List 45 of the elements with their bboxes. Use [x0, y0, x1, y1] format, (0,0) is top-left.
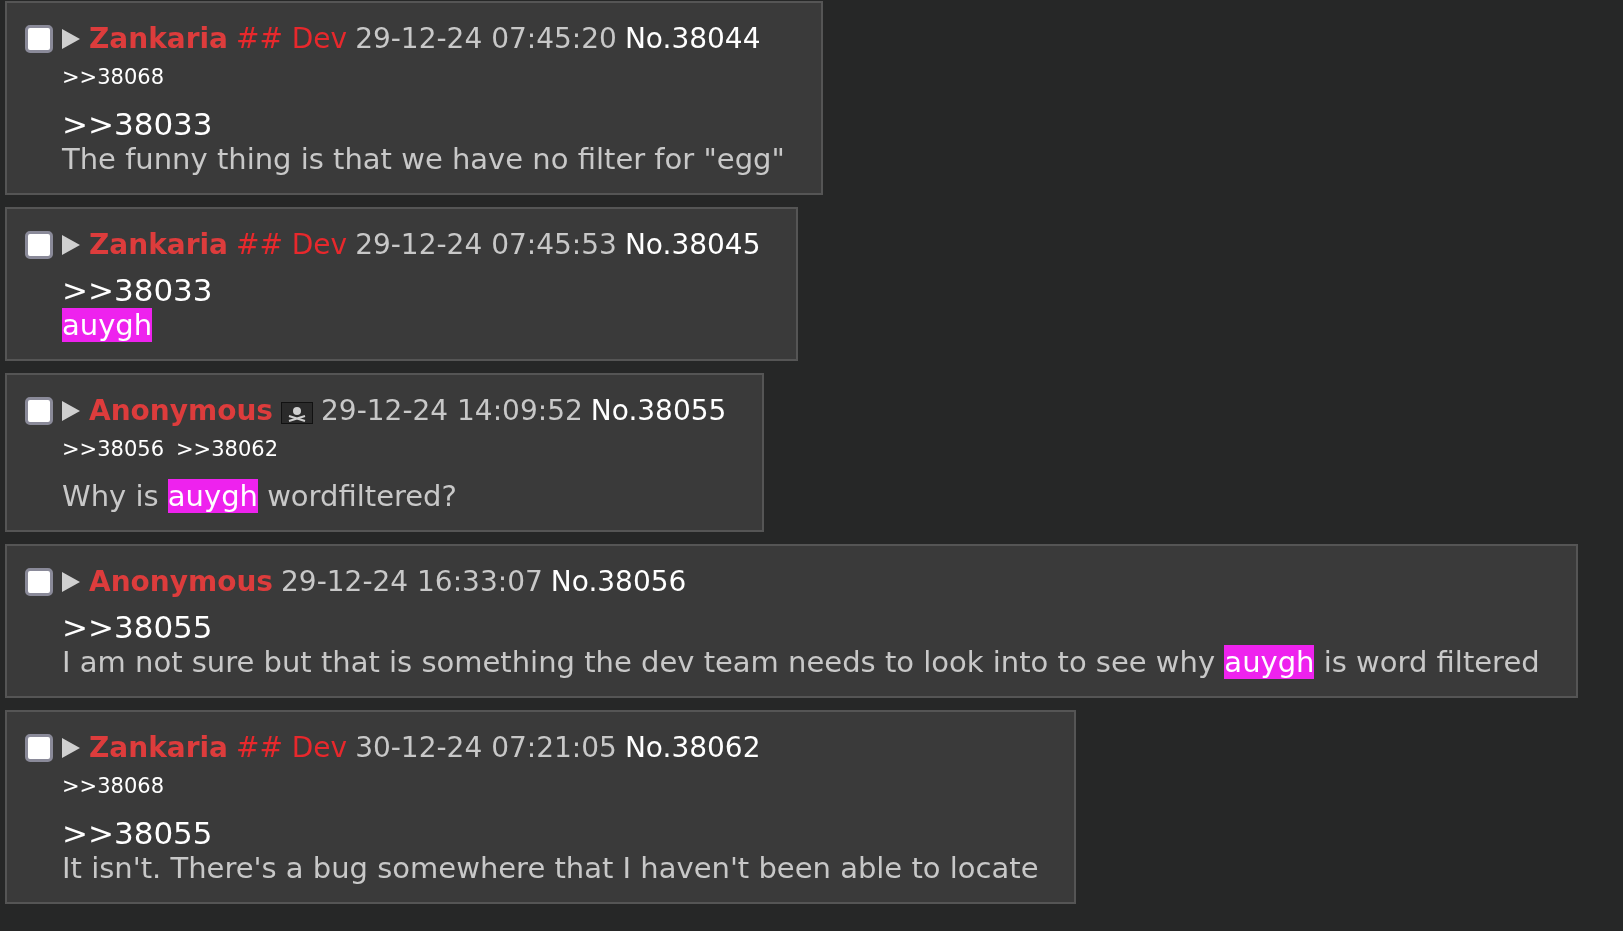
post-number[interactable]: No.38062 — [624, 730, 761, 766]
poster-name: Zankaria — [89, 21, 228, 57]
capcode: ## Dev — [235, 21, 348, 57]
post-checkbox[interactable] — [25, 25, 53, 53]
post-checkbox[interactable] — [25, 568, 53, 596]
expand-triangle-icon[interactable] — [61, 400, 81, 422]
post-text: I am not sure but that is something the dev team needs to look into to see why — [62, 645, 1217, 679]
post-text: The funny thing is that we have no filter for "egg" — [62, 142, 785, 176]
post-checkbox[interactable] — [25, 734, 53, 762]
post-date: 29-12-24 14:09:52 — [321, 393, 583, 429]
post-date: 29-12-24 07:45:53 — [355, 227, 617, 263]
poster-name: Anonymous — [89, 564, 274, 600]
expand-triangle-icon[interactable] — [61, 28, 81, 50]
expand-triangle-icon[interactable] — [61, 571, 81, 593]
post-number[interactable]: No.38055 — [590, 393, 727, 429]
backlink[interactable]: >>38068 — [62, 772, 164, 800]
post-checkbox[interactable] — [25, 397, 53, 425]
filtered-word: auygh — [1224, 645, 1315, 679]
post-number[interactable]: No.38045 — [624, 227, 761, 263]
filtered-word: auygh — [167, 479, 258, 513]
poster-name: Zankaria — [89, 227, 228, 263]
post-text: Why is — [62, 479, 160, 513]
capcode: ## Dev — [235, 730, 348, 766]
quote-link[interactable]: >>38033 — [62, 106, 213, 142]
expand-triangle-icon[interactable] — [61, 234, 81, 256]
backlink[interactable]: >>38068 — [62, 63, 164, 91]
quote-link[interactable]: >>38055 — [62, 815, 213, 851]
post-date: 29-12-24 07:45:20 — [355, 21, 617, 57]
post-text: is word filtered — [1322, 645, 1540, 679]
post-text: It isn't. There's a bug somewhere that I haven't been able to locate — [62, 851, 1039, 885]
poster-name: Anonymous — [89, 393, 274, 429]
backlink[interactable]: >>38062 — [176, 435, 278, 463]
quote-link[interactable]: >>38033 — [62, 272, 213, 308]
post-text: wordfiltered? — [266, 479, 457, 513]
post-date: 30-12-24 07:21:05 — [355, 730, 617, 766]
backlink[interactable]: >>38056 — [62, 435, 164, 463]
poster-name: Zankaria — [89, 730, 228, 766]
post-date: 29-12-24 16:33:07 — [281, 564, 543, 600]
capcode: ## Dev — [235, 227, 348, 263]
expand-triangle-icon[interactable] — [61, 737, 81, 759]
post-checkbox[interactable] — [25, 231, 53, 259]
post-number[interactable]: No.38044 — [624, 21, 761, 57]
post-number[interactable]: No.38056 — [550, 564, 687, 600]
filtered-word: auygh — [62, 308, 153, 342]
quote-link[interactable]: >>38055 — [62, 609, 213, 645]
